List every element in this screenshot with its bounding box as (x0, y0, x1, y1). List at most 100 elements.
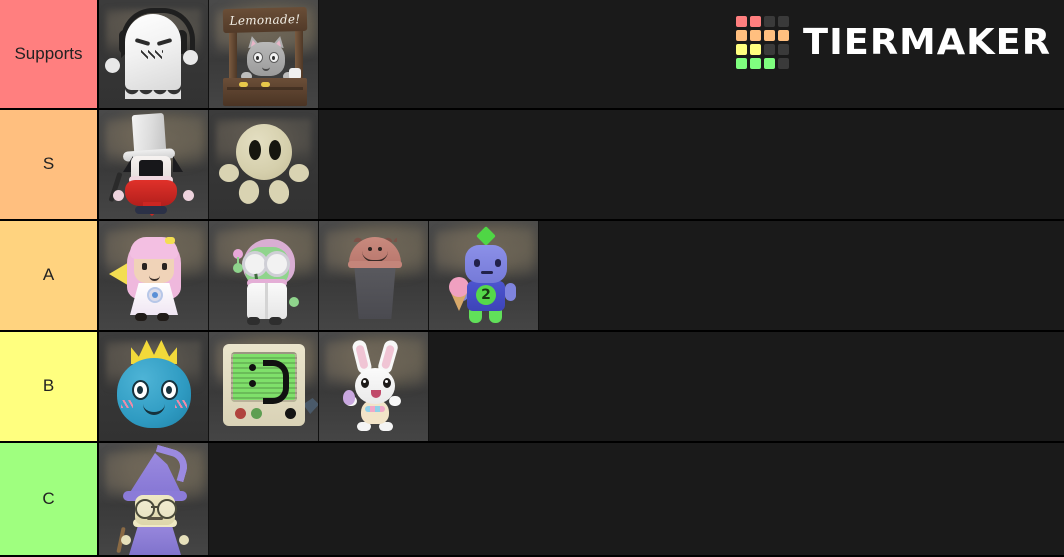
tier-label-b[interactable]: B (0, 332, 99, 441)
computer-led-red (235, 408, 246, 419)
tier-rows: Supports Lemonade! S A 2 B C (0, 0, 1064, 557)
blue-blob-body (117, 358, 191, 428)
bunny-arm-right (389, 396, 401, 406)
girl-shoe-left (135, 313, 147, 321)
magician-hand-right (183, 190, 194, 201)
magician-ear-right (173, 156, 183, 172)
character-art-blue-ice-cream-kid: 2 (429, 221, 538, 330)
character-art-lemonade-stand-cat: Lemonade! (209, 0, 318, 108)
character-art-green-scientist (209, 221, 318, 330)
stand-post-left (229, 28, 237, 84)
bunny-eye-left (361, 378, 369, 388)
girl-hair-clip (165, 237, 175, 244)
wizard-glasses-bridge (151, 506, 159, 508)
tier-item-lemonade-stand-cat[interactable]: Lemonade! (209, 0, 319, 108)
screen-face-eye-bottom (249, 380, 256, 387)
tier-item-easter-bunny[interactable] (319, 332, 429, 441)
tier-item-blue-crowned-blob[interactable] (99, 332, 209, 441)
cat-eye-right (269, 52, 279, 63)
tan-blob-eye-right (269, 140, 281, 160)
girl-eye-right (162, 263, 167, 270)
wizard-mouth (147, 517, 163, 520)
girl-eye-left (142, 263, 147, 270)
tier-row-supports: Supports Lemonade! (0, 0, 1064, 110)
girl-badge (147, 287, 163, 303)
blue-kid-mouth (481, 271, 493, 274)
wizard-glasses-left (135, 499, 155, 519)
character-art-top-hat-magician (99, 110, 208, 219)
blob-arm-right (289, 164, 309, 182)
blue-kid-eye-left (474, 259, 480, 267)
tier-label-a[interactable]: A (0, 221, 99, 330)
scientist-foot-left (247, 317, 260, 325)
tier-row-s: S (0, 110, 1064, 221)
lemonade-sign-text: Lemonade! (229, 12, 301, 28)
easter-egg-icon (343, 390, 355, 405)
trash-can-rim (348, 261, 402, 268)
ghost-hand-left (105, 58, 120, 73)
tier-label-s[interactable]: S (0, 110, 99, 219)
scientist-side-bubble (289, 297, 299, 307)
cat-eye-left (253, 52, 263, 63)
blue-blob-eye-left (132, 380, 149, 400)
ghost-mouth (141, 50, 163, 60)
character-art-ghost-with-headphones (99, 0, 208, 108)
tier-item-container-s[interactable] (99, 110, 1064, 219)
wizard-glasses-right (157, 499, 177, 519)
blue-blob-blush-right (175, 400, 187, 408)
computer-led-black (285, 408, 296, 419)
wizard-hand-right (179, 535, 189, 545)
character-art-pink-haired-girl (99, 221, 208, 330)
girl-shoe-right (157, 313, 169, 321)
tier-item-top-hat-magician[interactable] (99, 110, 209, 219)
tier-item-pink-haired-girl[interactable] (99, 221, 209, 330)
wizard-hand-left (121, 535, 131, 545)
tier-row-a: A 2 (0, 221, 1064, 332)
character-art-blue-crowned-blob (99, 332, 208, 441)
tier-item-tan-blob-creature[interactable] (209, 110, 319, 219)
tier-item-container-a[interactable]: 2 (99, 221, 1064, 330)
tier-row-c: C (0, 443, 1064, 557)
lemon-slice-a (239, 82, 248, 87)
tan-blob-body (236, 124, 292, 180)
tier-row-b: B (0, 332, 1064, 443)
tier-item-trash-can-creature[interactable] (319, 221, 429, 330)
character-art-trash-can-creature (319, 221, 428, 330)
blue-kid-arm-right (505, 283, 516, 301)
tier-item-container-b[interactable] (99, 332, 1064, 441)
trash-can-body (353, 261, 397, 319)
tier-item-ghost-with-headphones[interactable] (99, 0, 209, 108)
magician-hand-left (113, 190, 124, 201)
tier-item-green-scientist[interactable] (209, 221, 319, 330)
character-art-tan-blob-creature (209, 110, 318, 219)
scientist-lab-coat (247, 283, 287, 319)
screen-face-eye-top (249, 364, 256, 371)
blob-arm-left (219, 164, 239, 182)
blue-kid-badge: 2 (476, 285, 496, 305)
tier-item-container-supports[interactable]: Lemonade! (99, 0, 1064, 108)
computer-led-green (251, 408, 262, 419)
magician-feet (135, 206, 167, 214)
blue-blob-blush-left (121, 400, 133, 408)
character-art-purple-wizard (99, 443, 208, 555)
scientist-foot-right (269, 317, 282, 325)
tier-item-blue-ice-cream-kid[interactable]: 2 (429, 221, 539, 330)
tier-label-supports[interactable]: Supports (0, 0, 99, 108)
computer-plug (303, 398, 318, 414)
character-art-easter-bunny (319, 332, 428, 441)
tier-item-purple-wizard[interactable] (99, 443, 209, 555)
blob-foot-left (236, 178, 262, 206)
blue-blob-eye-right (161, 380, 178, 400)
tan-blob-eye-left (249, 140, 261, 160)
tier-item-container-c[interactable] (99, 443, 1064, 555)
tier-item-retro-computer[interactable] (209, 332, 319, 441)
ghost-hand-right (183, 50, 198, 65)
green-diamond-icon (476, 226, 496, 246)
blue-kid-eye-right (495, 259, 501, 267)
tier-label-c[interactable]: C (0, 443, 99, 555)
lemonade-sign: Lemonade! (222, 6, 308, 34)
blob-foot-right (266, 178, 292, 206)
character-art-retro-computer (209, 332, 318, 441)
tier-list-board: TIERMAKER Supports Lemonade! S A 2 B C (0, 0, 1064, 557)
lemon-slice-b (261, 82, 270, 87)
